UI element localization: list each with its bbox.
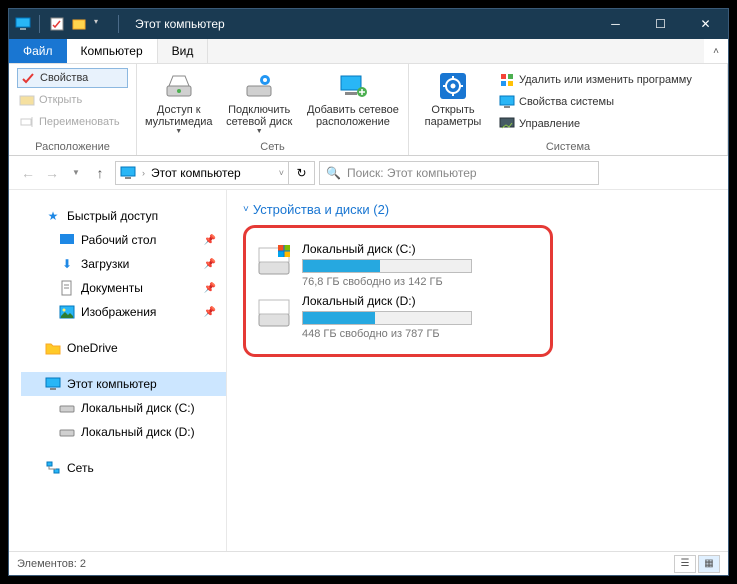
nav-downloads[interactable]: ⬇ Загрузки 📌 bbox=[21, 252, 226, 276]
rename-icon bbox=[19, 114, 35, 130]
checkmark-icon bbox=[20, 70, 36, 86]
documents-icon bbox=[59, 280, 75, 296]
uninstall-programs-button[interactable]: Удалить или изменить программу bbox=[497, 70, 694, 90]
this-pc-icon bbox=[45, 376, 61, 392]
close-button[interactable]: ✕ bbox=[683, 9, 728, 39]
tab-computer[interactable]: Компьютер bbox=[67, 39, 158, 63]
drive-icon bbox=[59, 400, 75, 416]
open-button[interactable]: Открыть bbox=[17, 90, 128, 110]
drive-item[interactable]: Локальный диск (C:) 76,8 ГБ свободно из … bbox=[256, 242, 540, 288]
qat-new-folder-icon[interactable] bbox=[72, 17, 86, 31]
map-drive-button[interactable]: Подключить сетевой диск ▼ bbox=[221, 68, 298, 136]
ribbon-group-network: Сеть bbox=[145, 140, 400, 153]
address-input[interactable]: › Этот компьютер ˅ bbox=[115, 161, 289, 185]
drive-name: Локальный диск (C:) bbox=[302, 242, 540, 256]
ribbon: Свойства Открыть Переименовать Расположе… bbox=[9, 64, 728, 156]
drive-usage-bar bbox=[302, 311, 472, 325]
drive-name: Локальный диск (D:) bbox=[302, 294, 540, 308]
rename-button[interactable]: Переименовать bbox=[17, 112, 128, 132]
drive-usage-fill bbox=[303, 260, 380, 272]
drive-usage-fill bbox=[303, 312, 375, 324]
media-access-button[interactable]: Доступ к мультимедиа ▼ bbox=[145, 68, 213, 136]
downloads-icon: ⬇ bbox=[59, 256, 75, 272]
this-pc-icon bbox=[120, 165, 136, 181]
drive-d-icon bbox=[256, 294, 292, 330]
address-bar: ← → ▼ ↑ › Этот компьютер ˅ ↻ 🔍 Поиск: Эт… bbox=[9, 156, 728, 190]
ribbon-collapse-button[interactable]: ˄ bbox=[704, 39, 728, 63]
nav-forward-button[interactable]: → bbox=[41, 162, 63, 184]
chevron-down-icon: ˅ bbox=[243, 204, 249, 215]
pin-icon: 📌 bbox=[204, 283, 216, 294]
drive-free-text: 448 ГБ свободно из 787 ГБ bbox=[302, 328, 540, 340]
this-pc-icon bbox=[15, 16, 31, 32]
open-settings-button[interactable]: Открыть параметры bbox=[417, 68, 489, 128]
view-details-button[interactable]: ☰ bbox=[674, 555, 696, 573]
address-segment[interactable]: Этот компьютер bbox=[151, 166, 241, 180]
system-properties-button[interactable]: Свойства системы bbox=[497, 92, 694, 112]
devices-section-header[interactable]: ˅ Устройства и диски (2) bbox=[243, 202, 712, 217]
nav-drive-c[interactable]: Локальный диск (C:) bbox=[21, 396, 226, 420]
chevron-down-icon: ▼ bbox=[256, 128, 263, 136]
nav-this-pc[interactable]: Этот компьютер bbox=[21, 372, 226, 396]
view-tiles-button[interactable]: ▦ bbox=[698, 555, 720, 573]
programs-icon bbox=[499, 72, 515, 88]
manage-button[interactable]: Управление bbox=[497, 114, 694, 134]
annotation-highlight: Локальный диск (C:) 76,8 ГБ свободно из … bbox=[243, 225, 553, 357]
manage-icon bbox=[499, 116, 515, 132]
minimize-button[interactable]: ─ bbox=[593, 9, 638, 39]
nav-back-button[interactable]: ← bbox=[17, 162, 39, 184]
chevron-down-icon: ▼ bbox=[175, 128, 182, 136]
qat-properties-icon[interactable] bbox=[50, 17, 64, 31]
drive-usage-bar bbox=[302, 259, 472, 273]
refresh-button[interactable]: ↻ bbox=[289, 161, 315, 185]
ribbon-group-location: Расположение bbox=[17, 140, 128, 153]
nav-desktop[interactable]: Рабочий стол 📌 bbox=[21, 228, 226, 252]
drive-item[interactable]: Локальный диск (D:) 448 ГБ свободно из 7… bbox=[256, 294, 540, 340]
chevron-down-icon[interactable]: ˅ bbox=[279, 168, 284, 178]
map-drive-icon bbox=[243, 70, 275, 102]
ribbon-group-system: Система bbox=[417, 140, 719, 153]
tab-view[interactable]: Вид bbox=[158, 39, 209, 63]
pictures-icon bbox=[59, 304, 75, 320]
qat-dropdown-icon[interactable]: ▾ bbox=[94, 17, 108, 31]
nav-documents[interactable]: Документы 📌 bbox=[21, 276, 226, 300]
folder-open-icon bbox=[19, 92, 35, 108]
content-pane: ˅ Устройства и диски (2) Локальный диск … bbox=[227, 190, 728, 551]
nav-drive-d[interactable]: Локальный диск (D:) bbox=[21, 420, 226, 444]
desktop-icon bbox=[59, 232, 75, 248]
network-icon bbox=[45, 460, 61, 476]
search-input[interactable]: 🔍 Поиск: Этот компьютер bbox=[319, 161, 599, 185]
nav-network[interactable]: Сеть bbox=[21, 456, 226, 480]
ribbon-tabs: Файл Компьютер Вид ˄ bbox=[9, 39, 728, 64]
star-icon: ★ bbox=[45, 208, 61, 224]
system-icon bbox=[499, 94, 515, 110]
maximize-button[interactable]: ☐ bbox=[638, 9, 683, 39]
pin-icon: 📌 bbox=[204, 307, 216, 318]
nav-up-button[interactable]: ↑ bbox=[89, 162, 111, 184]
chevron-right-icon: › bbox=[142, 168, 145, 178]
file-menu[interactable]: Файл bbox=[9, 39, 67, 63]
folder-icon bbox=[45, 340, 61, 356]
media-icon bbox=[163, 70, 195, 102]
explorer-window: ▾ Этот компьютер ─ ☐ ✕ Файл Компьютер Ви… bbox=[8, 8, 729, 576]
window-title: Этот компьютер bbox=[129, 17, 593, 31]
status-bar: Элементов: 2 ☰ ▦ bbox=[9, 551, 728, 575]
pin-icon: 📌 bbox=[204, 235, 216, 246]
drive-icon bbox=[59, 424, 75, 440]
nav-quick-access[interactable]: ★ Быстрый доступ bbox=[21, 204, 226, 228]
network-location-icon bbox=[337, 70, 369, 102]
nav-pictures[interactable]: Изображения 📌 bbox=[21, 300, 226, 324]
status-element-count: Элементов: 2 bbox=[17, 558, 86, 570]
drive-free-text: 76,8 ГБ свободно из 142 ГБ bbox=[302, 276, 540, 288]
search-icon: 🔍 bbox=[326, 166, 341, 180]
pin-icon: 📌 bbox=[204, 259, 216, 270]
navigation-pane: ★ Быстрый доступ Рабочий стол 📌 ⬇ Загруз… bbox=[9, 190, 227, 551]
nav-onedrive[interactable]: OneDrive bbox=[21, 336, 226, 360]
settings-gear-icon bbox=[437, 70, 469, 102]
properties-button[interactable]: Свойства bbox=[17, 68, 128, 88]
add-network-location-button[interactable]: Добавить сетевое расположение bbox=[306, 68, 400, 128]
drive-c-icon bbox=[256, 242, 292, 278]
titlebar: ▾ Этот компьютер ─ ☐ ✕ bbox=[9, 9, 728, 39]
nav-history-button[interactable]: ▼ bbox=[65, 162, 87, 184]
